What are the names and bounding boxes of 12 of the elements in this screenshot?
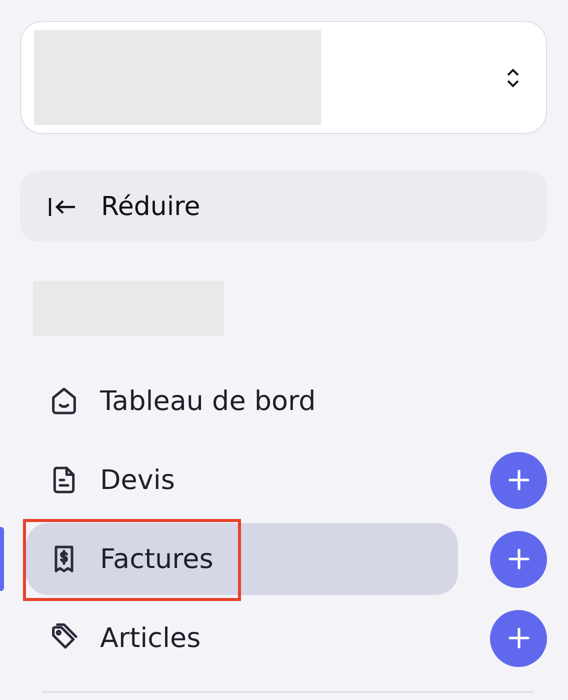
nav-label: Factures [100,544,214,574]
nav-item[interactable]: Tableau de bord [26,365,458,437]
nav-label: Articles [100,622,201,654]
plus-icon [506,626,530,650]
nav-item[interactable]: Articles [26,602,458,674]
collapse-button[interactable]: Réduire [20,171,547,242]
nav-item[interactable]: Devis [26,444,458,516]
active-indicator [0,527,4,591]
plus-icon [506,547,530,571]
plus-icon [506,468,530,492]
nav-label: Tableau de bord [100,386,316,416]
nav-label: Devis [100,464,175,496]
